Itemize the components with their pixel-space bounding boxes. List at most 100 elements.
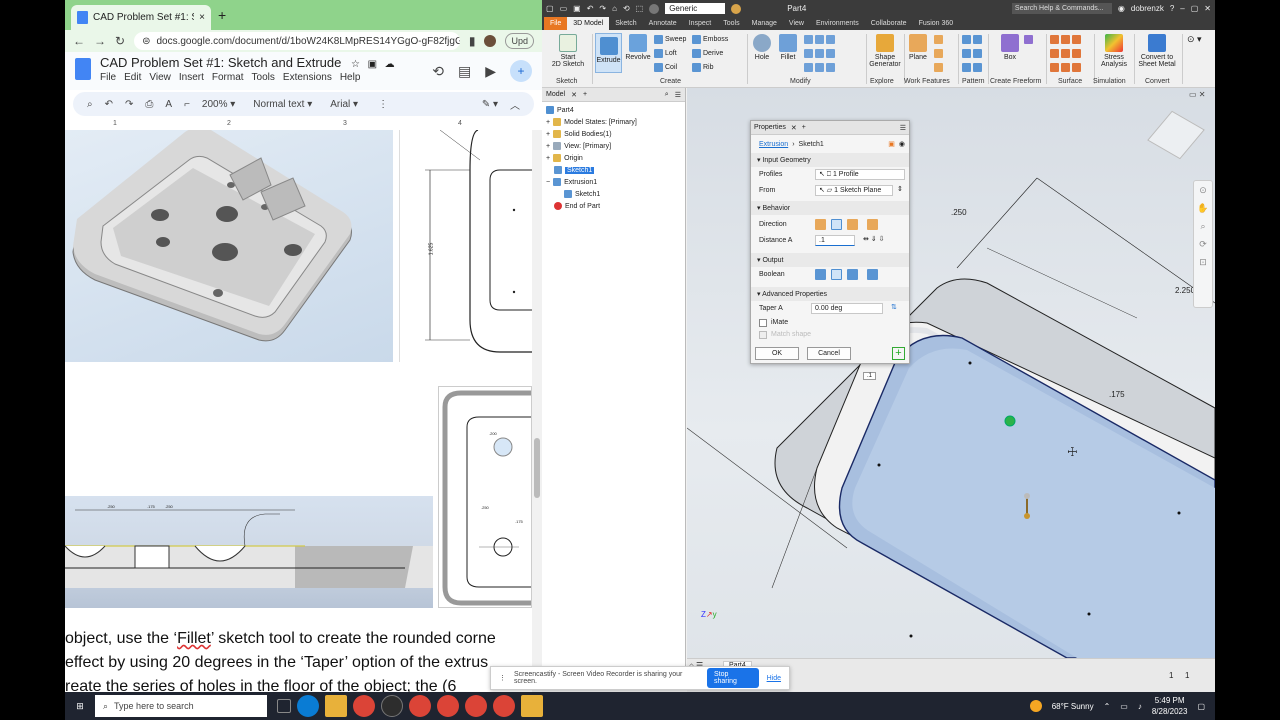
windows-start-icon[interactable]: ⊞ xyxy=(65,701,95,712)
new-tab-button[interactable]: + xyxy=(218,7,226,23)
address-bar[interactable]: ⊜ docs.google.com/document/d/1boW24K8LMp… xyxy=(134,32,460,50)
undo-icon[interactable]: ↶ xyxy=(105,99,113,110)
sweep-button[interactable]: Sweep xyxy=(654,35,686,44)
help-icon[interactable]: ? xyxy=(1170,4,1174,13)
share-avatar[interactable]: + xyxy=(510,60,532,82)
chrome-profile-icon[interactable] xyxy=(493,695,515,717)
taper-flip-icon[interactable]: ⇅ xyxy=(891,303,897,311)
file-explorer-icon[interactable] xyxy=(325,695,347,717)
look-at-icon[interactable]: ⊡ xyxy=(1194,253,1212,271)
chrome-profile-icon[interactable] xyxy=(409,695,431,717)
plane-button[interactable]: Plane xyxy=(906,34,930,61)
weather-text[interactable]: 68°F Sunny xyxy=(1052,702,1094,711)
tab-tools[interactable]: Tools xyxy=(717,17,745,30)
flip-icon[interactable]: ⇕ xyxy=(897,185,903,193)
document-canvas[interactable]: 1.625 .250 .175 .250 .200 .175 .250 obje… xyxy=(65,130,542,692)
tree-item-solid-bodies[interactable]: + Solid Bodies(1) xyxy=(546,130,612,138)
cancel-button[interactable]: Cancel xyxy=(807,347,851,360)
emboss-button[interactable]: Emboss xyxy=(692,35,728,44)
tree-item-end-of-part[interactable]: End of Part xyxy=(554,202,600,210)
tree-item-sketch1-selected[interactable]: Sketch1 xyxy=(554,166,595,174)
site-info-icon[interactable]: ⊜ xyxy=(142,36,150,47)
split-button[interactable] xyxy=(804,63,835,72)
viewport-dim-label[interactable]: .250 xyxy=(951,208,967,217)
menu-help[interactable]: Help xyxy=(340,72,361,83)
direction-symmetric-icon[interactable] xyxy=(847,219,858,230)
viewport-dim-label[interactable]: .175 xyxy=(1109,390,1125,399)
preset-icon[interactable]: ▣ xyxy=(888,140,895,148)
section-view-image[interactable]: .250 .175 .250 xyxy=(65,496,433,608)
tree-item-model-states[interactable]: + Model States: [Primary] xyxy=(546,118,637,126)
ribbon-options-icon[interactable]: ⊙ ▾ xyxy=(1187,34,1202,45)
tree-item-part[interactable]: Part4 xyxy=(546,106,574,114)
select-icon[interactable]: ⬚ xyxy=(636,4,644,13)
axis-button[interactable] xyxy=(934,35,943,44)
menu-insert[interactable]: Insert xyxy=(179,72,204,83)
more-options-icon[interactable]: ⋮ xyxy=(378,99,388,110)
breadcrumb-extrusion[interactable]: Extrusion xyxy=(751,141,788,148)
hide-link[interactable]: Hide xyxy=(767,675,781,682)
distance-input[interactable]: .1 xyxy=(815,235,855,246)
coil-button[interactable]: Coil xyxy=(654,63,677,72)
freeform-box-button[interactable]: Box xyxy=(998,34,1022,61)
ucs-button[interactable] xyxy=(934,63,943,72)
tray-chevron-icon[interactable]: ⌃ xyxy=(1104,702,1111,711)
tab-sketch[interactable]: Sketch xyxy=(609,17,642,30)
tree-item-extrusion-sketch1[interactable]: Sketch1 xyxy=(564,190,600,198)
ok-button[interactable]: OK xyxy=(755,347,799,360)
section-output[interactable]: ▾ Output xyxy=(751,253,909,267)
close-icon[interactable]: ✕ xyxy=(1204,4,1211,13)
menu-format[interactable]: Format xyxy=(212,72,244,83)
profiles-selector[interactable]: ↖ ⎕ 1 Profile xyxy=(815,169,905,180)
part-isometric-image[interactable] xyxy=(65,130,393,362)
menu-edit[interactable]: Edit xyxy=(124,72,141,83)
chamfer-button[interactable] xyxy=(804,35,835,44)
document-title[interactable]: CAD Problem Set #1: Sketch and Extrude ☆… xyxy=(100,55,395,70)
move-folder-icon[interactable]: ▣ xyxy=(368,59,377,70)
taper-input[interactable]: 0.00 deg xyxy=(811,303,883,314)
circular-pattern-button[interactable] xyxy=(962,49,982,58)
tab-fusion-360[interactable]: Fusion 360 xyxy=(913,17,960,30)
document-scrollbar[interactable] xyxy=(532,130,542,692)
tab-annotate[interactable]: Annotate xyxy=(643,17,683,30)
docs-logo-icon[interactable] xyxy=(75,58,91,80)
direction-asymmetric-icon[interactable] xyxy=(867,219,878,230)
browser-add-icon[interactable]: + xyxy=(583,91,587,98)
distance-options-icons[interactable]: ⇹ ⇓ ⇩ xyxy=(863,235,885,243)
derive-button[interactable]: Derive xyxy=(692,49,723,58)
weather-sun-icon[interactable] xyxy=(1029,700,1042,712)
version-history-icon[interactable]: ⟲ xyxy=(432,63,444,80)
rib-button[interactable]: Rib xyxy=(692,63,714,72)
shape-generator-button[interactable]: Shape Generator xyxy=(868,34,902,68)
zoom-select[interactable]: 200% ▾ xyxy=(202,99,235,110)
direction-default-icon[interactable] xyxy=(815,219,826,230)
profile-avatar[interactable] xyxy=(484,35,497,47)
redo-icon[interactable]: ↷ xyxy=(125,99,133,110)
stop-sharing-button[interactable]: Stop sharing xyxy=(706,668,759,688)
menu-tools[interactable]: Tools xyxy=(252,72,275,83)
properties-close-icon[interactable]: ✕ xyxy=(791,124,797,132)
pan-icon[interactable]: ✋ xyxy=(1194,199,1212,217)
tab-file[interactable]: File xyxy=(544,17,568,30)
tree-item-origin[interactable]: + Origin xyxy=(546,154,583,162)
chrome-profile-icon[interactable] xyxy=(465,695,487,717)
graphics-viewport[interactable]: ☩ .250 2.250 .175 .1 ⊙ ✋ ⌕ ⟳ ⊡ ▭ ✕ Z↗y P… xyxy=(687,88,1215,658)
sidepanel-icon[interactable]: ▮ xyxy=(469,34,476,48)
imate-checkbox[interactable] xyxy=(759,319,767,327)
help-search-input[interactable]: Search Help & Commands... xyxy=(1011,3,1112,14)
point-button[interactable] xyxy=(934,49,943,58)
apply-plus-button[interactable]: + xyxy=(892,347,905,360)
section-input-geometry[interactable]: ▾ Input Geometry xyxy=(751,153,909,167)
undo-icon[interactable]: ↶ xyxy=(587,4,594,13)
screencastify-handle-icon[interactable]: ⋮ xyxy=(499,674,506,682)
volume-icon[interactable]: ♪ xyxy=(1138,702,1142,711)
tab-3d-model[interactable]: 3D Model xyxy=(567,17,610,30)
surface-tools-row-2[interactable] xyxy=(1050,49,1081,58)
stress-analysis-button[interactable]: Stress Analysis xyxy=(1098,34,1130,68)
material-dropdown[interactable]: Generic xyxy=(665,3,726,14)
properties-menu-icon[interactable]: ☰ xyxy=(900,124,906,132)
hole-button[interactable]: Hole xyxy=(750,34,774,61)
boolean-cut-icon[interactable] xyxy=(831,269,842,280)
print-icon[interactable]: ⎙ xyxy=(145,99,153,110)
section-behavior[interactable]: ▾ Behavior xyxy=(751,201,909,215)
